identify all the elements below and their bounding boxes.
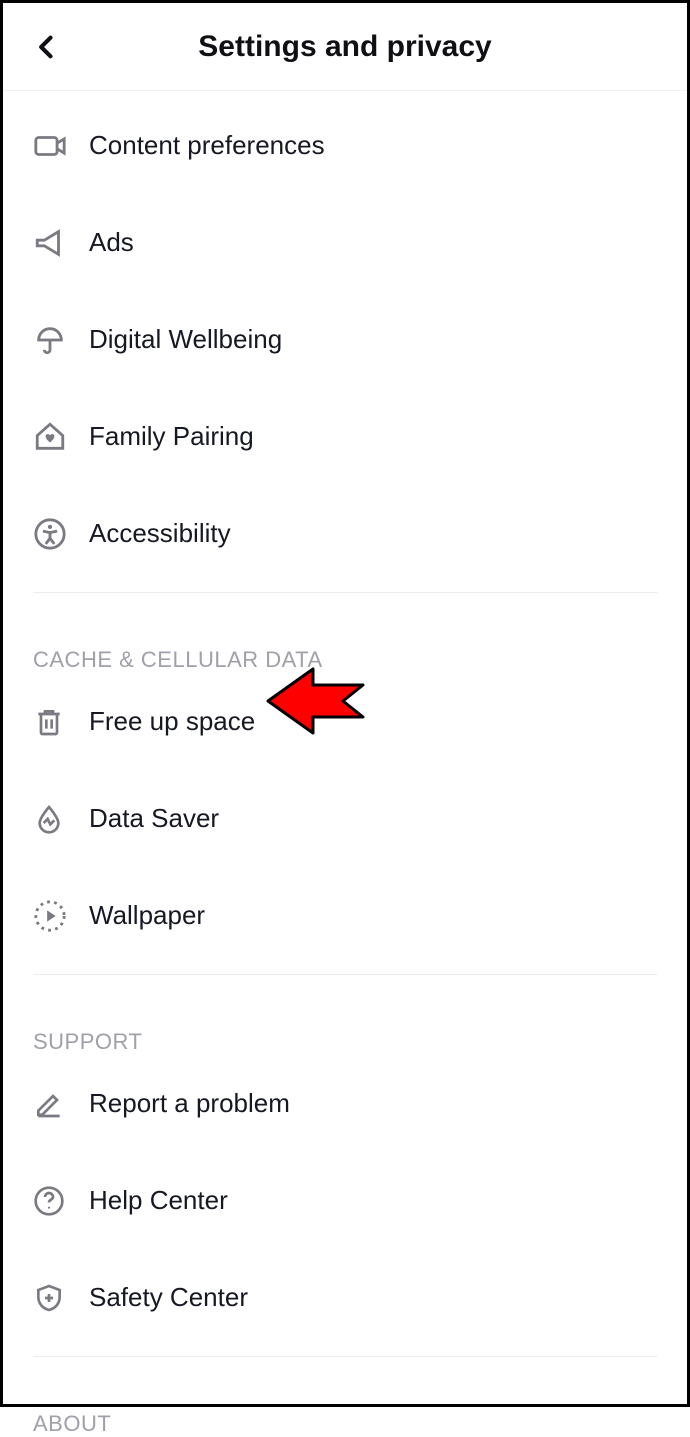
accessibility-icon [33,517,89,551]
item-family-pairing[interactable]: Family Pairing [33,388,657,485]
section-header-about: ABOUT [33,1357,657,1437]
item-label: Accessibility [89,518,231,549]
header: Settings and privacy [3,3,687,91]
settings-list: Content preferences Ads Digital Wellbein… [3,97,687,1437]
item-ads[interactable]: Ads [33,194,657,291]
page-title: Settings and privacy [3,30,687,64]
item-accessibility[interactable]: Accessibility [33,485,657,582]
item-label: Free up space [89,706,255,737]
item-digital-wellbeing[interactable]: Digital Wellbeing [33,291,657,388]
item-label: Content preferences [89,130,325,161]
drop-icon [33,803,89,835]
megaphone-icon [33,226,89,260]
item-content-preferences[interactable]: Content preferences [33,97,657,194]
item-free-up-space[interactable]: Free up space [33,673,657,770]
item-label: Wallpaper [89,900,205,931]
item-label: Data Saver [89,803,219,834]
umbrella-icon [33,323,89,357]
pencil-icon [33,1088,89,1120]
item-wallpaper[interactable]: Wallpaper [33,867,657,964]
item-label: Digital Wellbeing [89,324,282,355]
chevron-left-icon [33,29,61,65]
dotted-play-icon [33,899,89,933]
item-safety-center[interactable]: Safety Center [33,1249,657,1346]
item-report-problem[interactable]: Report a problem [33,1055,657,1152]
item-label: Safety Center [89,1282,248,1313]
item-label: Ads [89,227,134,258]
item-label: Family Pairing [89,421,254,452]
item-help-center[interactable]: Help Center [33,1152,657,1249]
help-circle-icon [33,1185,89,1217]
house-heart-icon [33,420,89,454]
video-icon [33,129,89,163]
back-button[interactable] [27,27,67,67]
shield-plus-icon [33,1282,89,1314]
item-data-saver[interactable]: Data Saver [33,770,657,867]
section-header-support: SUPPORT [33,975,657,1055]
trash-icon [33,706,89,738]
item-label: Report a problem [89,1088,290,1119]
section-header-cache: CACHE & CELLULAR DATA [33,593,657,673]
item-label: Help Center [89,1185,228,1216]
